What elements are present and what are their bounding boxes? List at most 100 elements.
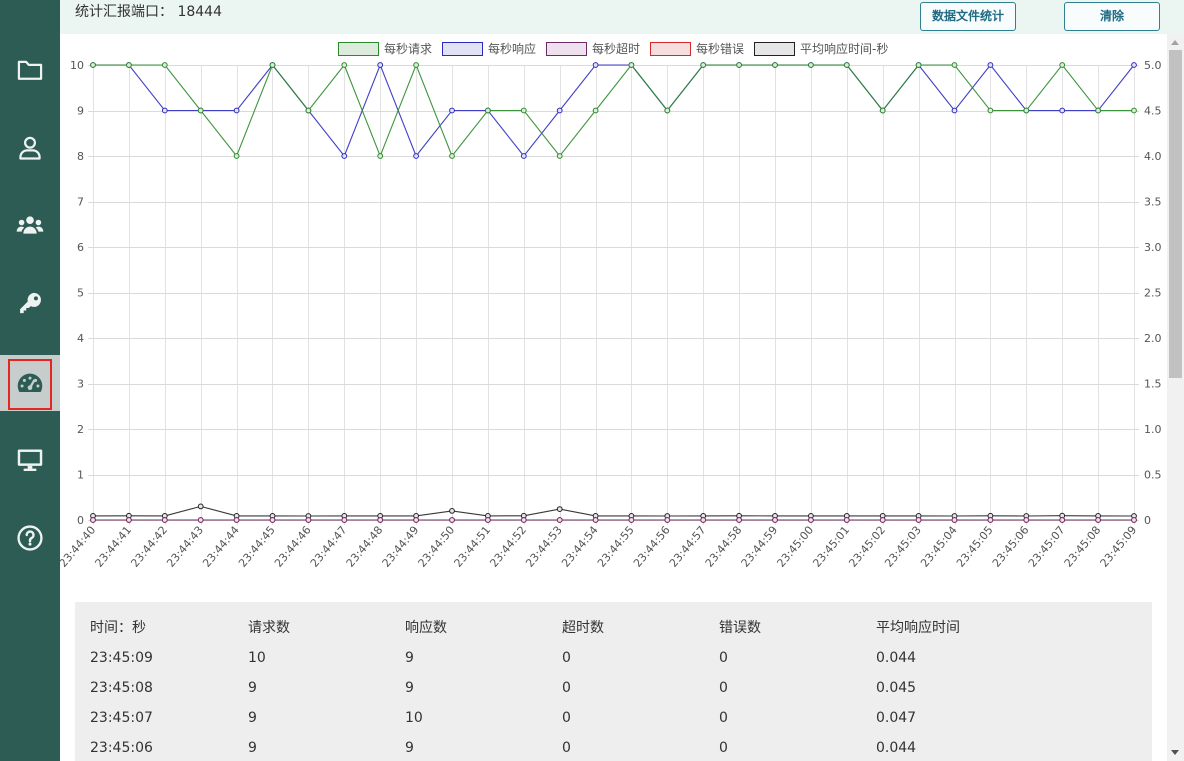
series-requests bbox=[90, 62, 1137, 159]
sidebar-item-keys[interactable] bbox=[0, 276, 60, 332]
timeouts-point bbox=[449, 517, 455, 523]
requests-point bbox=[197, 107, 204, 114]
requests-point bbox=[305, 107, 312, 114]
timeouts-point bbox=[485, 517, 491, 523]
requests-point bbox=[843, 62, 850, 68]
timeouts-point bbox=[269, 517, 276, 523]
report-port-label: 统计汇报端口： 18444 bbox=[75, 4, 222, 20]
x-tick-label: 23:44:54 bbox=[559, 524, 601, 570]
cell-errors: 0 bbox=[719, 710, 728, 726]
stats-table: 时间：秒 请求数 响应数 超时数 错误数 平均响应时间 23:45:09 10 … bbox=[75, 602, 1152, 761]
timeouts-point bbox=[413, 517, 420, 523]
y-left-tick-label: 7 bbox=[77, 196, 84, 209]
sidebar-item-files[interactable] bbox=[0, 42, 60, 98]
legend-item-avg-response-time[interactable]: 平均响应时间-秒 bbox=[754, 41, 889, 56]
cell-errors: 0 bbox=[719, 740, 728, 756]
timeouts-point bbox=[736, 517, 742, 523]
responses-point bbox=[951, 107, 958, 114]
legend-item-responses[interactable]: 每秒响应 bbox=[442, 41, 537, 56]
cell-responses: 9 bbox=[405, 680, 414, 696]
timeouts-point bbox=[341, 517, 348, 523]
x-tick-label: 23:45:01 bbox=[810, 524, 852, 570]
requests-point bbox=[413, 62, 420, 68]
legend-swatch bbox=[442, 42, 483, 56]
timeouts-point bbox=[843, 517, 850, 523]
x-tick-label: 23:44:58 bbox=[703, 524, 745, 570]
requests-point bbox=[90, 62, 96, 68]
requests-point bbox=[126, 62, 132, 68]
legend-label: 每秒超时 bbox=[592, 41, 640, 56]
x-tick-label: 23:45:00 bbox=[775, 524, 817, 570]
legend-item-timeouts[interactable]: 每秒超时 bbox=[546, 41, 641, 56]
requests-point bbox=[664, 107, 671, 114]
cell-avg-response-time: 0.045 bbox=[876, 680, 917, 696]
timeouts-point bbox=[126, 517, 132, 523]
avg-response-time-line bbox=[92, 505, 1135, 517]
requests-point bbox=[736, 62, 742, 68]
timeouts-point bbox=[879, 517, 886, 523]
clear-button[interactable]: 清除 bbox=[1064, 2, 1160, 31]
legend: 每秒请求 每秒响应 每秒超时 每秒错误 平均响应时间-秒 bbox=[338, 41, 889, 56]
requests-point bbox=[879, 107, 886, 114]
sidebar-item-dashboard[interactable] bbox=[0, 355, 60, 411]
y-right-tick-label: 0 bbox=[1144, 514, 1151, 527]
folder-icon bbox=[17, 60, 43, 80]
sidebar-item-user[interactable] bbox=[0, 120, 60, 176]
legend-label: 每秒错误 bbox=[696, 41, 744, 56]
dashboard-icon bbox=[17, 373, 43, 392]
timeouts-point bbox=[592, 517, 599, 523]
table-row: 23:45:07 9 10 0 0 0.047 bbox=[75, 703, 1152, 733]
cell-time: 23:45:09 bbox=[90, 650, 153, 666]
timeouts-point bbox=[664, 517, 671, 523]
legend-item-requests[interactable]: 每秒请求 bbox=[338, 41, 433, 56]
y-right-tick-label: 0.5 bbox=[1144, 469, 1162, 482]
legend-swatch bbox=[338, 42, 379, 56]
desktop-icon bbox=[17, 449, 43, 471]
x-tick-label: 23:44:51 bbox=[451, 524, 493, 570]
sidebar-item-users[interactable] bbox=[0, 198, 60, 254]
scroll-up-arrow-icon[interactable] bbox=[1171, 40, 1179, 45]
responses-point bbox=[1131, 62, 1137, 68]
column-header-time: 时间：秒 bbox=[90, 620, 146, 636]
cell-responses: 10 bbox=[405, 710, 423, 726]
timeouts-point bbox=[808, 517, 814, 523]
cell-timeouts: 0 bbox=[562, 710, 571, 726]
scrollbar-thumb[interactable] bbox=[1169, 50, 1182, 378]
y-left-tick-label: 1 bbox=[77, 469, 84, 482]
x-tick-label: 23:45:08 bbox=[1062, 524, 1104, 570]
cell-timeouts: 0 bbox=[562, 650, 571, 666]
x-tick-label: 23:44:49 bbox=[380, 524, 422, 570]
cell-responses: 9 bbox=[405, 740, 414, 756]
x-tick-label: 23:44:50 bbox=[416, 524, 458, 570]
x-tick-label: 23:45:04 bbox=[918, 524, 960, 570]
scroll-down-arrow-icon[interactable] bbox=[1171, 750, 1179, 755]
sidebar-item-help[interactable] bbox=[0, 510, 60, 566]
table-header-row: 时间：秒 请求数 响应数 超时数 错误数 平均响应时间 bbox=[75, 613, 1152, 643]
y-left-tick-label: 4 bbox=[77, 332, 84, 345]
requests-point bbox=[1131, 107, 1137, 114]
vertical-scrollbar[interactable] bbox=[1167, 34, 1184, 761]
avg-response-time-point bbox=[449, 508, 455, 514]
requests-point bbox=[951, 62, 958, 68]
x-tick-label: 23:45:06 bbox=[990, 524, 1032, 570]
requests-point bbox=[915, 62, 922, 68]
sidebar-item-monitor[interactable] bbox=[0, 432, 60, 488]
data-file-stats-button[interactable]: 数据文件统计 bbox=[920, 2, 1016, 31]
requests-point bbox=[233, 153, 240, 159]
responses-point bbox=[161, 107, 168, 114]
timeouts-point bbox=[1095, 517, 1101, 523]
legend-label: 平均响应时间-秒 bbox=[800, 41, 888, 56]
timeouts-point bbox=[520, 517, 527, 523]
y-left-tick-label: 8 bbox=[77, 150, 84, 163]
timeouts-point bbox=[951, 517, 958, 523]
avg-response-time-point bbox=[197, 503, 204, 510]
y-right-tick-label: 4.0 bbox=[1144, 150, 1162, 163]
cell-avg-response-time: 0.047 bbox=[876, 710, 917, 726]
cell-time: 23:45:06 bbox=[90, 740, 153, 756]
timeouts-point bbox=[556, 517, 563, 523]
legend-item-errors[interactable]: 每秒错误 bbox=[650, 41, 745, 56]
x-tick-label: 23:44:52 bbox=[487, 524, 529, 570]
timeouts-point bbox=[1023, 517, 1030, 523]
table-row: 23:45:06 9 9 0 0 0.044 bbox=[75, 733, 1152, 761]
timeouts-point bbox=[305, 517, 312, 523]
